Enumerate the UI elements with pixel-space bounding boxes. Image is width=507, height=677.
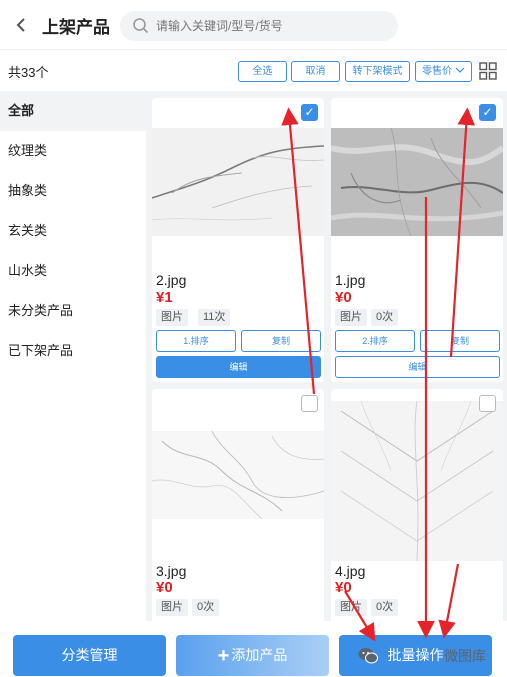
product-views-tag: 0次	[192, 599, 220, 616]
watermark-text: 微图库	[444, 648, 486, 664]
product-type-tag: 图片	[156, 599, 188, 616]
grid-view-icon[interactable]	[479, 62, 497, 80]
toolbar: 共33个 全选 取消 转下架模式 零售价	[0, 51, 507, 91]
select-checkbox[interactable]	[301, 395, 318, 412]
edit-button[interactable]: 编辑	[335, 356, 500, 378]
category-item-all[interactable]: 全部	[0, 91, 146, 131]
chevron-down-icon	[455, 66, 465, 77]
product-views-tag: 11次	[198, 309, 231, 326]
product-thumbnail[interactable]	[152, 431, 324, 519]
category-item-delisted[interactable]: 已下架产品	[0, 331, 146, 371]
product-card[interactable]: 3.jpg ¥0 图片 0次	[152, 389, 324, 621]
sort-button[interactable]: 2.排序	[335, 330, 415, 352]
sort-button[interactable]: 1.排序	[156, 330, 236, 352]
copy-button[interactable]: 复制	[241, 330, 321, 352]
switch-mode-button[interactable]: 转下架模式	[345, 61, 410, 82]
product-views-tag: 0次	[371, 599, 399, 616]
search-icon	[132, 17, 150, 35]
product-thumbnail[interactable]	[152, 128, 324, 236]
product-type-tag: 图片	[335, 599, 367, 616]
product-card[interactable]: ✓ 2.jpg ¥1 图片 11次 1.排序 复制 编辑	[152, 98, 324, 382]
watermark: 微图库	[358, 646, 486, 666]
price-sort-label: 零售价	[422, 66, 453, 77]
product-type-tag: 图片	[156, 309, 188, 326]
chevron-left-icon[interactable]	[12, 12, 32, 38]
category-sidebar: 全部 纹理类 抽象类 玄关类 山水类 未分类产品 已下架产品	[0, 91, 146, 621]
product-thumbnail[interactable]	[331, 128, 503, 236]
category-item-entrance[interactable]: 玄关类	[0, 211, 146, 251]
product-views-tag: 0次	[371, 309, 399, 326]
product-card[interactable]: 4.jpg ¥0 图片 0次	[331, 389, 503, 621]
category-manage-button[interactable]: 分类管理	[13, 635, 166, 676]
product-price: ¥0	[156, 579, 173, 596]
price-sort-dropdown[interactable]: 零售价	[415, 61, 472, 82]
wechat-icon	[358, 647, 378, 665]
page-title: 上架产品	[42, 18, 110, 37]
product-thumbnail[interactable]	[331, 401, 503, 561]
search-input[interactable]	[156, 15, 386, 37]
cancel-button[interactable]: 取消	[291, 61, 340, 82]
copy-button[interactable]: 复制	[420, 330, 500, 352]
plus-icon: +	[217, 645, 230, 667]
product-filename: 2.jpg	[156, 272, 187, 288]
product-filename: 1.jpg	[335, 272, 366, 288]
category-item-uncategorized[interactable]: 未分类产品	[0, 291, 146, 331]
product-filename: 3.jpg	[156, 563, 187, 579]
product-price: ¥0	[335, 579, 352, 596]
select-checkbox[interactable]: ✓	[301, 104, 318, 121]
select-checkbox[interactable]: ✓	[479, 104, 496, 121]
select-checkbox[interactable]	[479, 395, 496, 412]
select-all-button[interactable]: 全选	[238, 61, 287, 82]
product-grid: ✓ 2.jpg ¥1 图片 11次 1.排序 复制 编辑 ✓ 1.jpg ¥0 …	[146, 91, 507, 621]
product-filename: 4.jpg	[335, 563, 366, 579]
product-type-tag: 图片	[335, 309, 367, 326]
product-price: ¥1	[156, 289, 173, 306]
product-price: ¥0	[335, 289, 352, 306]
category-item-texture[interactable]: 纹理类	[0, 131, 146, 171]
header-bar: 上架产品	[0, 0, 507, 50]
category-item-landscape[interactable]: 山水类	[0, 251, 146, 291]
search-box[interactable]	[120, 11, 398, 41]
product-card[interactable]: ✓ 1.jpg ¥0 图片 0次 2.排序 复制 编辑	[331, 98, 503, 382]
product-count: 共33个	[8, 65, 49, 80]
add-product-button[interactable]: + 添加产品	[176, 635, 329, 676]
add-product-label: 添加产品	[231, 647, 288, 663]
edit-button[interactable]: 编辑	[156, 356, 321, 378]
category-item-abstract[interactable]: 抽象类	[0, 171, 146, 211]
